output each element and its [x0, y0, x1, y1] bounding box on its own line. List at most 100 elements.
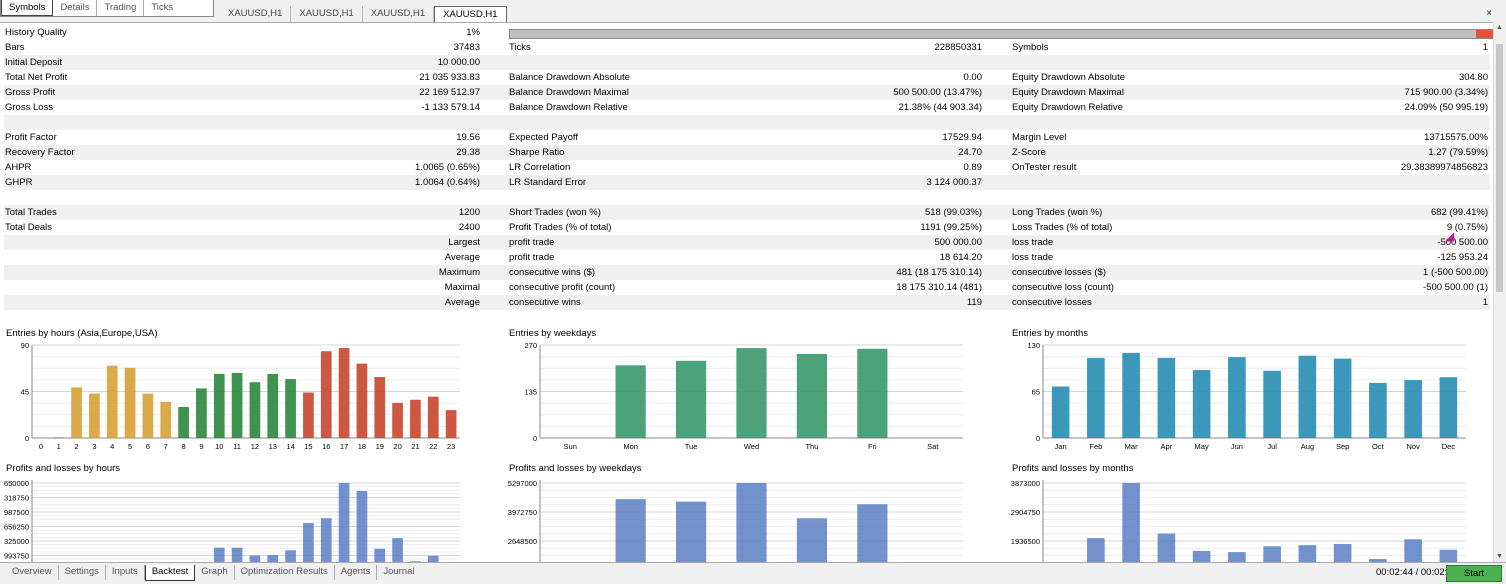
stat-label: Balance Drawdown Relative [509, 102, 628, 113]
y-tick-label: 45 [21, 388, 29, 397]
chart-bar [1122, 352, 1140, 438]
stat-value: 18 614.20 [939, 252, 982, 263]
stat-label: AHPR [5, 162, 32, 173]
stats-row: Maximal consecutive profit (count) 18 175 … [4, 280, 1490, 295]
stat-value: 0.89 [963, 162, 983, 173]
stats-row: Total Deals 2400 Profit Trades (% of total… [4, 220, 1490, 235]
stat-value: -1 133 579.14 [421, 102, 480, 113]
x-tick-label: 8 [181, 442, 185, 451]
tab-graph[interactable]: Graph [195, 565, 235, 580]
stat-value: 1.27 (79.59%) [1428, 147, 1488, 158]
x-tick-label: Fri [868, 442, 877, 451]
tab-journal[interactable]: Journal [377, 565, 420, 580]
chart-bar [1439, 377, 1458, 438]
chart-bar [1404, 380, 1422, 438]
stats-row: Maximum consecutive wins ($) 481 (18 175 3… [4, 265, 1490, 280]
chart-bar [1298, 355, 1317, 438]
tab-settings[interactable]: Settings [59, 565, 106, 580]
stat-value: 29.38389974856823 [1400, 162, 1488, 173]
close-icon[interactable]: × [1486, 8, 1492, 19]
scroll-thumb[interactable] [1496, 44, 1503, 292]
chart-bar [196, 388, 207, 438]
stat-value: 24.09% (50 995.19) [1404, 102, 1488, 113]
x-tick-label: 13 [269, 442, 277, 451]
y-tick-label: 0 [25, 434, 29, 443]
x-tick-label: 7 [164, 442, 168, 451]
tab-agents[interactable]: Agents [335, 565, 378, 580]
y-tick-label: 325000 [4, 537, 29, 546]
x-tick-label: Wed [744, 442, 759, 451]
chart-tab-2[interactable]: XAUUSD,H1 [291, 6, 363, 22]
tab-backtest[interactable]: Backtest [144, 565, 196, 581]
chart-bar [615, 365, 646, 438]
stat-label: Margin Level [1012, 132, 1067, 143]
chart-bar [1122, 483, 1140, 573]
chart-tab-4[interactable]: XAUUSD,H1 [434, 6, 507, 22]
stat-label: loss trade [1012, 237, 1054, 248]
stat-label: consecutive loss (count) [1012, 282, 1114, 293]
stat-label: consecutive losses [1012, 297, 1092, 308]
chart-tab-1[interactable]: XAUUSD,H1 [220, 6, 292, 22]
stat-value: Largest [448, 237, 480, 248]
x-tick-label: Jun [1231, 442, 1243, 451]
stat-label: Recovery Factor [5, 147, 75, 158]
x-tick-label: 23 [447, 442, 455, 451]
stat-value: 13715575.00% [1424, 132, 1488, 143]
y-tick-label: 65 [1032, 388, 1040, 397]
pl-by-hours-chart: Profits and losses by hours 650000 318750 9… [4, 463, 474, 575]
tab-ticks[interactable]: Ticks [144, 0, 180, 16]
stat-label: consecutive losses ($) [1012, 267, 1106, 278]
history-quality-label: History Quality [5, 27, 67, 38]
chart-bar [71, 387, 82, 438]
chart-bar [1157, 357, 1176, 438]
y-tick-label: 135 [524, 388, 537, 397]
x-tick-label: 18 [358, 442, 366, 451]
y-tick-label: 650000 [4, 479, 29, 488]
stat-value: Maximum [438, 267, 480, 278]
y-tick-label: 270 [524, 341, 537, 350]
top-bar: Symbols Details Trading Ticks XAUUSD,H1 … [0, 0, 1506, 22]
x-tick-label: 11 [233, 442, 241, 451]
stat-value: 715 900.00 (3.34%) [1404, 87, 1488, 98]
chart-bar [53, 436, 65, 438]
chart-plot: 5297000397275026485001324250 [508, 479, 963, 575]
start-button[interactable]: Start [1446, 565, 1502, 582]
x-tick-label: Apr [1161, 442, 1173, 451]
chart-tabs: XAUUSD,H1 XAUUSD,H1 XAUUSD,H1 XAUUSD,H1 [220, 6, 507, 22]
stat-value: 22 169 512.97 [419, 87, 480, 98]
stat-label: Loss Trades (% of total) [1012, 222, 1113, 233]
stat-label: Long Trades (won %) [1012, 207, 1103, 218]
stat-label: Initial Deposit [5, 57, 63, 68]
tab-trading[interactable]: Trading [97, 0, 145, 16]
vertical-scrollbar[interactable]: ▲ ▼ [1493, 22, 1506, 562]
stat-value: 518 (99.03%) [924, 207, 982, 218]
chart-bar [857, 348, 888, 438]
x-tick-label: Aug [1301, 442, 1314, 451]
stat-value: 682 (99.41%) [1430, 207, 1488, 218]
tab-optimization-results[interactable]: Optimization Results [235, 565, 335, 580]
chart-tab-3[interactable]: XAUUSD,H1 [362, 6, 435, 22]
stat-value: 10 000.00 [437, 57, 480, 68]
scroll-down-icon[interactable]: ▼ [1496, 553, 1503, 560]
scroll-up-icon[interactable]: ▲ [1496, 24, 1503, 31]
bottom-bar: Overview Settings Inputs Backtest Graph … [0, 562, 1506, 584]
stat-label: Sharpe Ratio [509, 147, 565, 158]
x-tick-label: 12 [251, 442, 259, 451]
x-tick-label: 0 [39, 442, 43, 451]
tab-details[interactable]: Details [53, 0, 98, 16]
stat-label: Equity Drawdown Maximal [1012, 87, 1124, 98]
x-tick-label: 19 [376, 442, 384, 451]
tab-overview[interactable]: Overview [6, 565, 59, 580]
stats-row [4, 190, 1490, 205]
stat-value: Average [444, 297, 480, 308]
y-tick-label: 318750 [4, 494, 29, 503]
stat-value: -500 500.00 (1) [1423, 282, 1488, 293]
stat-label: Profit Trades (% of total) [509, 222, 612, 233]
x-tick-label: 9 [199, 442, 203, 451]
x-tick-label: Mon [623, 442, 638, 451]
chart-plot: 130 65 0 Jan Feb Mar Apr May Jun Jul Aug Sep Oct Nov D… [1027, 341, 1466, 451]
stats-row: Initial Deposit 10 000.00 [4, 55, 1490, 70]
tab-symbols[interactable]: Symbols [1, 0, 54, 16]
tab-inputs[interactable]: Inputs [106, 565, 145, 580]
y-tick-label: 130 [1027, 341, 1040, 350]
